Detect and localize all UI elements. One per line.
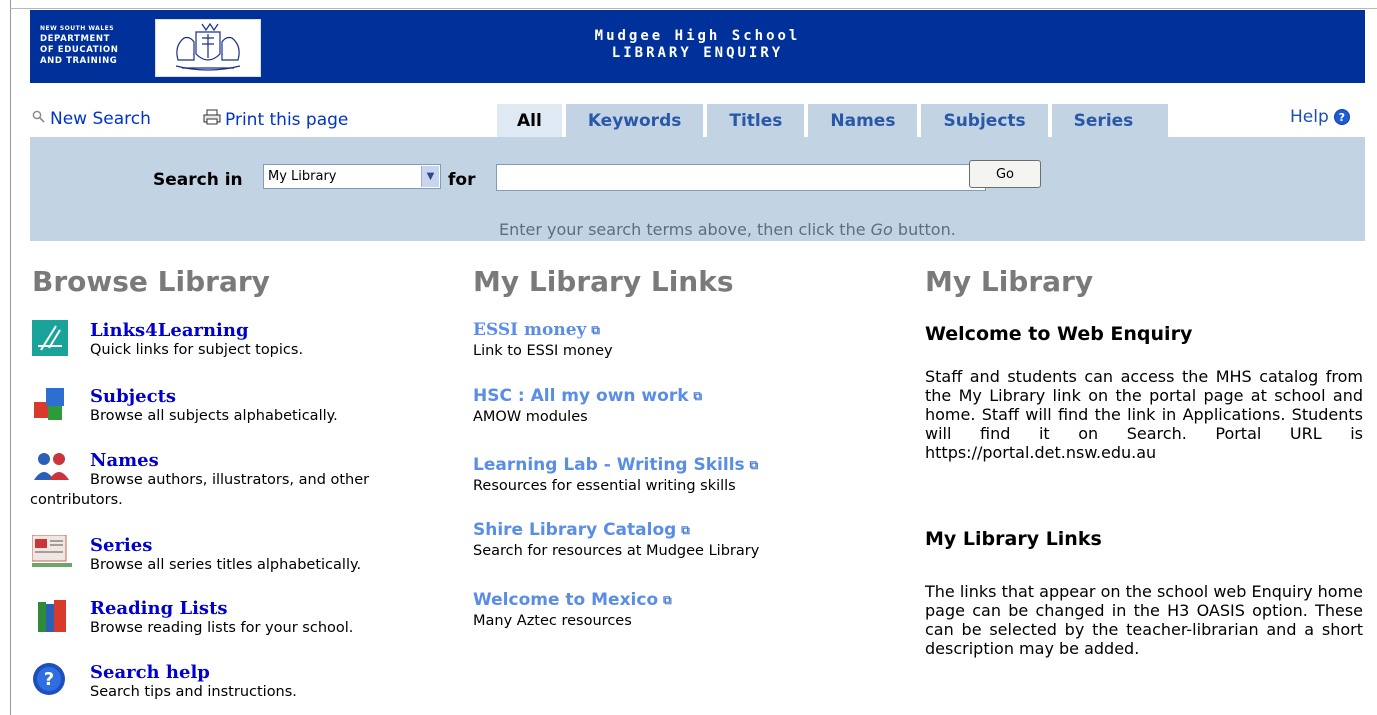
window-left-border [10,0,11,715]
help-icon: ? [1333,109,1350,125]
books-icon [32,598,72,634]
tab-names[interactable]: Names [808,104,918,137]
external-link-icon: ⧉ [591,322,600,337]
external-link-icon: ⧉ [663,592,672,607]
new-search-link[interactable]: New Search [32,109,151,129]
tab-keywords[interactable]: Keywords [565,104,704,137]
my-library-links-heading: My Library Links [473,265,734,298]
subjects-icon [32,386,72,422]
series-icon [31,534,72,571]
library-link-mexico[interactable]: Welcome to Mexico ⧉ Many Aztec resources [473,590,893,629]
print-page-link[interactable]: Print this page [203,109,348,130]
help-link[interactable]: Help ? [1290,107,1350,127]
names-icon [32,450,72,486]
search-input[interactable] [496,164,986,191]
external-link-icon: ⧉ [681,522,690,537]
links-heading: My Library Links [925,528,1102,550]
external-link-icon: ⧉ [693,388,703,403]
window-top-border [10,8,1377,9]
library-link-shire-catalog[interactable]: Shire Library Catalog ⧉ Search for resour… [473,520,893,559]
library-link-essi-money[interactable]: ESSI money ⧉ Link to ESSI money [473,320,893,359]
magnifier-icon [32,109,46,129]
tab-all[interactable]: All [497,104,562,137]
help-question-icon: ? [32,662,72,698]
welcome-heading: Welcome to Web Enquiry [925,323,1193,345]
links-text: The links that appear on the school web … [925,582,1363,658]
go-button[interactable]: Go [969,160,1041,188]
printer-icon [203,109,221,130]
library-link-hsc[interactable]: HSC : All my own work ⧉ AMOW modules [473,386,893,425]
svg-text:?: ? [44,669,54,690]
tab-series[interactable]: Series [1051,104,1168,137]
chevron-down-icon: ▼ [421,166,439,187]
browse-library-heading: Browse Library [32,265,270,298]
search-in-label: Search in [153,170,243,190]
links4learning-icon [32,320,72,356]
search-tabs: All Keywords Titles Names Subjects Serie… [497,104,1172,137]
welcome-text: Staff and students can access the MHS ca… [925,367,1363,462]
my-library-heading: My Library [925,265,1094,298]
for-label: for [448,170,476,190]
search-hint: Enter your search terms above, then clic… [499,220,956,239]
library-link-learning-lab[interactable]: Learning Lab - Writing Skills ⧉ Resources… [473,455,893,494]
tab-titles[interactable]: Titles [707,104,805,137]
page-title: Mudgee High School LIBRARY ENQUIRY [594,28,801,61]
tab-subjects[interactable]: Subjects [921,104,1048,137]
search-panel: Search in My Library ▼ for Go Enter your… [30,137,1365,241]
search-scope-select[interactable]: My Library ▼ [263,164,441,189]
external-link-icon: ⧉ [749,457,759,472]
page-header: NEW SOUTH WALES DEPARTMENT OF EDUCATION … [30,10,1365,83]
